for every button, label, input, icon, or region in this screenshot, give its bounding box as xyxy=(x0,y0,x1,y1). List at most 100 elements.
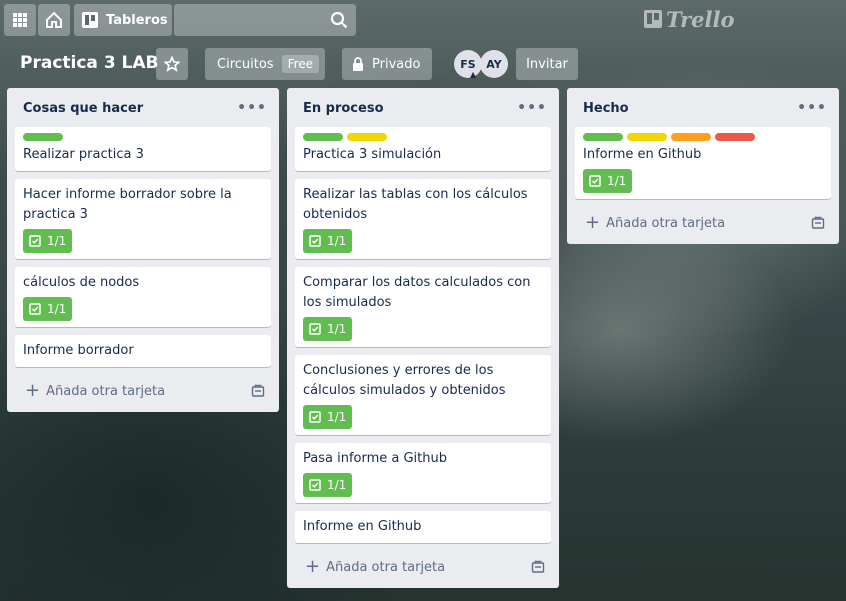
search-icon xyxy=(330,11,348,29)
top-bar: Tableros Trello xyxy=(0,0,846,38)
visibility-button[interactable]: Privado xyxy=(342,48,432,80)
logo-text: Trello xyxy=(666,6,735,32)
add-card-button[interactable]: + Añada otra tarjeta xyxy=(575,209,831,237)
team-label: Circuitos xyxy=(217,56,274,72)
card-title: Practica 3 simulación xyxy=(303,147,442,162)
grid-icon xyxy=(13,13,27,27)
card[interactable]: cálculos de nodos 1/1 xyxy=(15,267,271,327)
card[interactable]: Realizar practica 3 xyxy=(15,127,271,171)
card-title: Informe en Github xyxy=(303,519,422,534)
checklist-icon xyxy=(589,175,601,187)
card-title: Realizar las tablas con los cálculos obt… xyxy=(303,187,528,222)
card[interactable]: Informe borrador xyxy=(15,335,271,367)
card-title: cálculos de nodos xyxy=(23,275,140,290)
checklist-count: 1/1 xyxy=(327,478,347,492)
card[interactable]: Practica 3 simulación xyxy=(295,127,551,171)
lock-icon xyxy=(353,57,363,71)
checklist-badge: 1/1 xyxy=(23,229,73,253)
card-title: Pasa informe a Github xyxy=(303,451,447,466)
add-card-label: Añada otra tarjeta xyxy=(46,383,166,399)
ellipsis-icon[interactable]: ••• xyxy=(517,100,547,116)
checklist-count: 1/1 xyxy=(327,234,347,248)
plus-icon: + xyxy=(25,380,41,401)
card-labels xyxy=(303,133,543,141)
admin-chevron-icon: ▲ xyxy=(470,70,477,79)
list-title[interactable]: Cosas que hacer xyxy=(23,101,143,116)
card-title: Informe en Github xyxy=(583,147,702,162)
star-button[interactable] xyxy=(156,48,188,80)
boards-button[interactable]: Tableros xyxy=(74,4,172,36)
trello-logo-icon xyxy=(644,10,662,28)
list: Cosas que hacer ••• Realizar practica 3 … xyxy=(7,88,279,412)
card[interactable]: Conclusiones y errores de los cálculos s… xyxy=(295,355,551,435)
label-green[interactable] xyxy=(23,133,63,141)
list-header: En proceso ••• xyxy=(287,88,559,128)
card[interactable]: Pasa informe a Github 1/1 xyxy=(295,443,551,503)
invite-button[interactable]: Invitar xyxy=(516,48,578,80)
checklist-count: 1/1 xyxy=(47,234,67,248)
checklist-icon xyxy=(309,235,321,247)
checklist-icon xyxy=(29,235,41,247)
trello-logo[interactable]: Trello xyxy=(644,6,735,32)
card[interactable]: Comparar los datos calculados con los si… xyxy=(295,267,551,347)
card[interactable]: Hacer informe borrador sobre la practica… xyxy=(15,179,271,259)
list-header: Cosas que hacer ••• xyxy=(7,88,279,128)
board-title[interactable]: Practica 3 LAB xyxy=(12,48,167,78)
card-title: Comparar los datos calculados con los si… xyxy=(303,275,531,310)
avatar[interactable]: AY xyxy=(480,50,508,78)
team-button[interactable]: Circuitos Free xyxy=(205,48,325,80)
list: En proceso ••• Practica 3 simulación Rea… xyxy=(287,88,559,588)
label-yellow[interactable] xyxy=(347,133,387,141)
ellipsis-icon[interactable]: ••• xyxy=(797,100,827,116)
list-title[interactable]: En proceso xyxy=(303,101,384,116)
checklist-badge: 1/1 xyxy=(23,297,73,321)
free-badge: Free xyxy=(281,55,320,73)
checklist-badge: 1/1 xyxy=(303,405,353,429)
ellipsis-icon[interactable]: ••• xyxy=(237,100,267,116)
checklist-icon xyxy=(309,411,321,423)
star-icon xyxy=(164,56,180,72)
checklist-badge: 1/1 xyxy=(583,169,633,193)
card-title: Hacer informe borrador sobre la practica… xyxy=(23,187,232,222)
home-icon xyxy=(46,11,62,28)
checklist-count: 1/1 xyxy=(327,410,347,424)
card-labels xyxy=(583,133,823,141)
checklist-badge: 1/1 xyxy=(303,229,353,253)
card-title: Realizar practica 3 xyxy=(23,147,144,162)
card-title: Conclusiones y errores de los cálculos s… xyxy=(303,363,506,398)
checklist-count: 1/1 xyxy=(607,174,627,188)
checklist-icon xyxy=(309,479,321,491)
label-yellow[interactable] xyxy=(627,133,667,141)
boards-icon xyxy=(82,12,98,28)
checklist-badge: 1/1 xyxy=(303,317,353,341)
card-template-icon[interactable] xyxy=(531,560,545,574)
card[interactable]: Informe en Github 1/1 xyxy=(575,127,831,199)
card-template-icon[interactable] xyxy=(811,216,825,230)
checklist-count: 1/1 xyxy=(47,302,67,316)
checklist-icon xyxy=(309,323,321,335)
list-title[interactable]: Hecho xyxy=(583,101,629,116)
card[interactable]: Informe en Github xyxy=(295,511,551,543)
list-header: Hecho ••• xyxy=(567,88,839,128)
add-card-button[interactable]: + Añada otra tarjeta xyxy=(15,377,271,405)
search-input[interactable] xyxy=(174,4,356,36)
card-labels xyxy=(23,133,263,141)
apps-button[interactable] xyxy=(4,4,36,36)
label-orange[interactable] xyxy=(671,133,711,141)
card-title: Informe borrador xyxy=(23,343,134,358)
card-template-icon[interactable] xyxy=(251,384,265,398)
boards-label: Tableros xyxy=(106,12,168,28)
label-green[interactable] xyxy=(303,133,343,141)
add-card-label: Añada otra tarjeta xyxy=(326,559,446,575)
add-card-label: Añada otra tarjeta xyxy=(606,215,726,231)
add-card-button[interactable]: + Añada otra tarjeta xyxy=(295,553,551,581)
label-red[interactable] xyxy=(715,133,755,141)
visibility-label: Privado xyxy=(372,56,421,72)
card[interactable]: Realizar las tablas con los cálculos obt… xyxy=(295,179,551,259)
avatar[interactable]: FS xyxy=(454,50,482,78)
home-button[interactable] xyxy=(38,4,70,36)
checklist-count: 1/1 xyxy=(327,322,347,336)
label-green[interactable] xyxy=(583,133,623,141)
plus-icon: + xyxy=(585,212,601,233)
checklist-badge: 1/1 xyxy=(303,473,353,497)
